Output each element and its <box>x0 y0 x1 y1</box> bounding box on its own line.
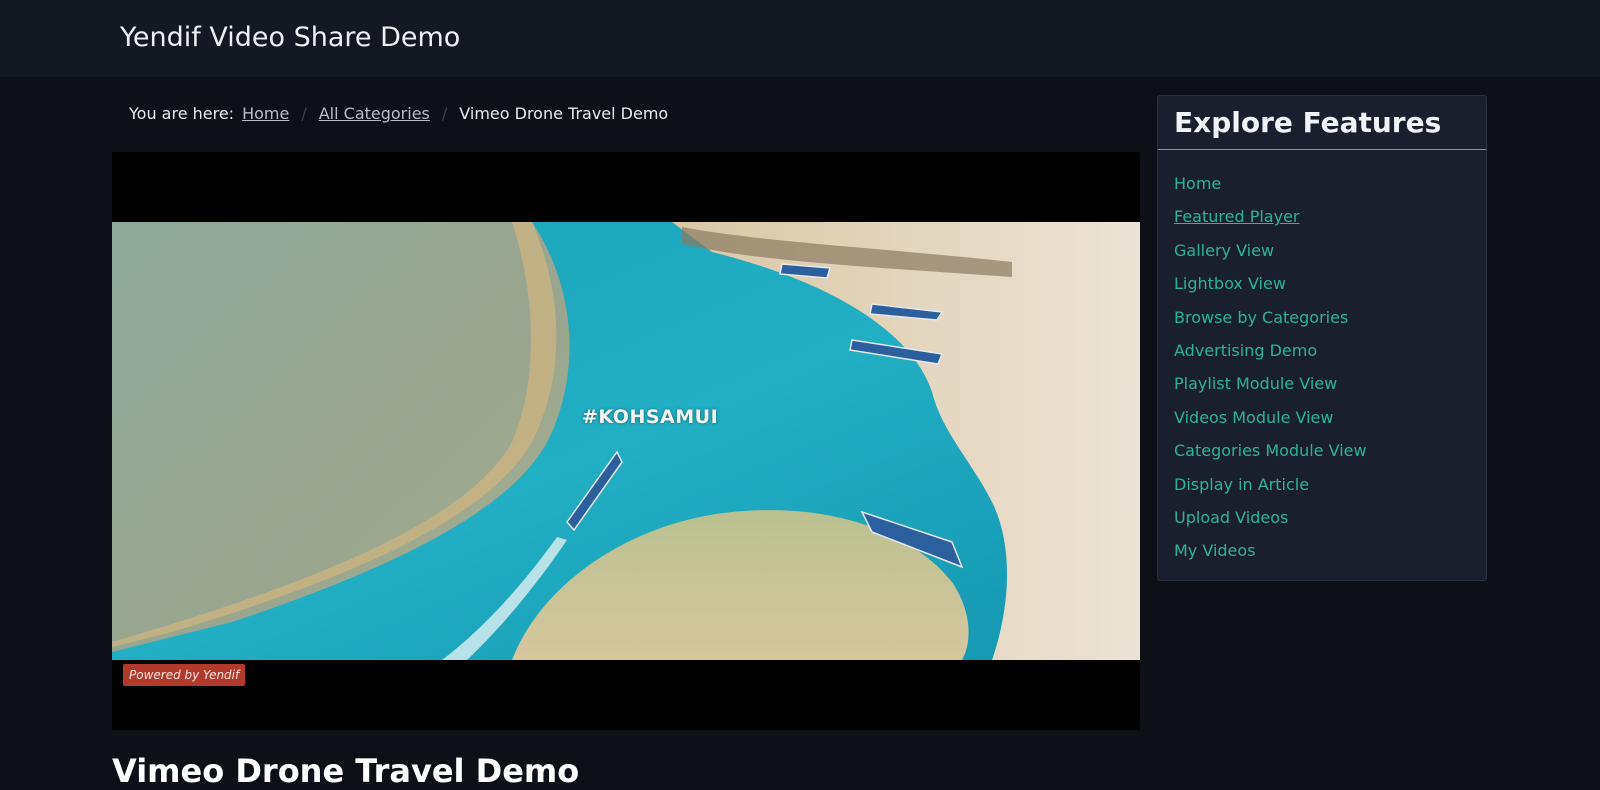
sidebar-link-display-article[interactable]: Display in Article <box>1174 475 1309 494</box>
breadcrumb-current: Vimeo Drone Travel Demo <box>459 104 669 123</box>
sidebar-item-my-videos: My Videos <box>1174 537 1470 570</box>
video-player[interactable]: #KOHSAMUI Powered by Yendif <box>112 152 1140 730</box>
sidebar-link-advertising-demo[interactable]: Advertising Demo <box>1174 341 1317 360</box>
video-frame[interactable] <box>112 222 1140 660</box>
sidebar-item-playlist-module: Playlist Module View <box>1174 370 1470 403</box>
video-thumbnail-image <box>112 222 1140 660</box>
site-title[interactable]: Yendif Video Share Demo <box>120 22 460 53</box>
sidebar-title: Explore Features <box>1158 96 1486 150</box>
breadcrumb-home-link[interactable]: Home <box>242 104 289 123</box>
sidebar-item-videos-module: Videos Module View <box>1174 404 1470 437</box>
video-caption: #KOHSAMUI <box>582 406 719 428</box>
breadcrumb: You are here: Home / All Categories / Vi… <box>129 104 668 123</box>
site-header: Yendif Video Share Demo <box>0 0 1600 77</box>
sidebar-link-categories-module[interactable]: Categories Module View <box>1174 441 1367 460</box>
sidebar-link-videos-module[interactable]: Videos Module View <box>1174 408 1333 427</box>
sidebar-link-browse-categories[interactable]: Browse by Categories <box>1174 308 1348 327</box>
breadcrumb-prefix: You are here: <box>129 104 235 123</box>
page-title: Vimeo Drone Travel Demo <box>112 752 580 790</box>
sidebar-item-advertising-demo: Advertising Demo <box>1174 337 1470 370</box>
sidebar-item-categories-module: Categories Module View <box>1174 437 1470 470</box>
sidebar-menu: Home Featured Player Gallery View Lightb… <box>1158 150 1486 571</box>
sidebar-link-playlist-module[interactable]: Playlist Module View <box>1174 374 1337 393</box>
sidebar-item-upload-videos: Upload Videos <box>1174 504 1470 537</box>
sidebar-item-featured-player: Featured Player <box>1174 203 1470 236</box>
sidebar-item-display-article: Display in Article <box>1174 471 1470 504</box>
sidebar-link-lightbox-view[interactable]: Lightbox View <box>1174 274 1286 293</box>
sidebar-link-gallery-view[interactable]: Gallery View <box>1174 241 1274 260</box>
sidebar-item-browse-categories: Browse by Categories <box>1174 304 1470 337</box>
breadcrumb-separator: / <box>441 104 448 123</box>
explore-features-panel: Explore Features Home Featured Player Ga… <box>1157 95 1487 581</box>
sidebar-link-home[interactable]: Home <box>1174 174 1221 193</box>
sidebar-link-upload-videos[interactable]: Upload Videos <box>1174 508 1288 527</box>
powered-by-badge[interactable]: Powered by Yendif <box>123 664 246 686</box>
sidebar-item-home: Home <box>1174 170 1470 203</box>
breadcrumb-categories-link[interactable]: All Categories <box>319 104 430 123</box>
breadcrumb-separator: / <box>301 104 307 123</box>
sidebar-item-lightbox-view: Lightbox View <box>1174 270 1470 303</box>
sidebar-link-my-videos[interactable]: My Videos <box>1174 541 1256 560</box>
sidebar-item-gallery-view: Gallery View <box>1174 237 1470 270</box>
sidebar-link-featured-player[interactable]: Featured Player <box>1174 207 1300 226</box>
